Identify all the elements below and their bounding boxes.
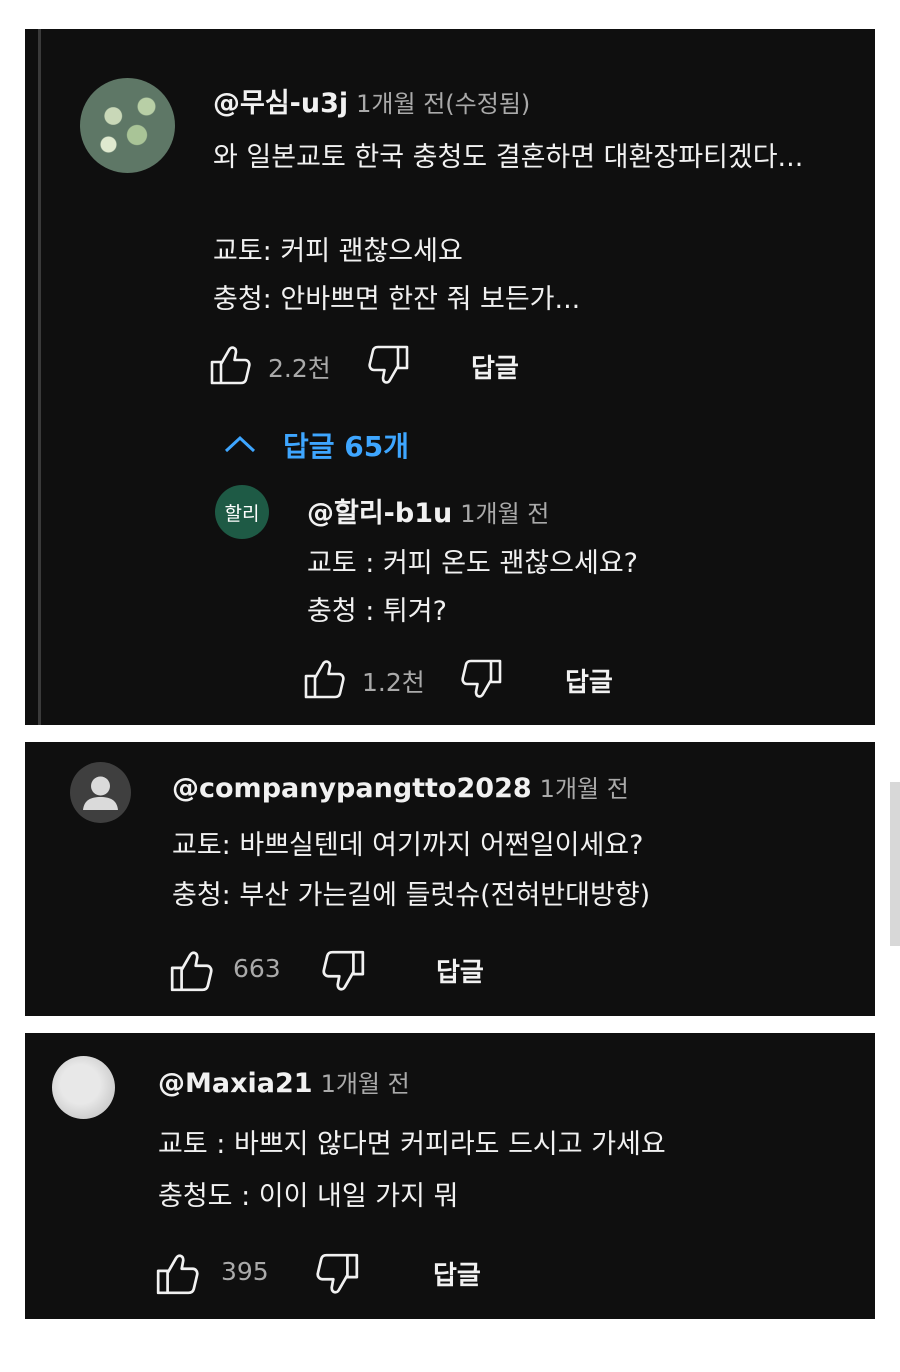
avatar[interactable] bbox=[80, 78, 175, 173]
reply-text-line: 충청 : 튀겨? bbox=[307, 596, 447, 627]
like-count: 663 bbox=[233, 954, 281, 983]
like-icon[interactable] bbox=[154, 1251, 200, 1297]
dislike-icon[interactable] bbox=[321, 948, 367, 994]
comment-time[interactable]: 1개월 전(수정됨) bbox=[356, 90, 530, 118]
reply-avatar[interactable]: 할리 bbox=[215, 485, 269, 539]
scrollbar[interactable] bbox=[890, 782, 900, 946]
like-icon[interactable] bbox=[208, 343, 252, 387]
reply-button[interactable]: 답글 bbox=[565, 662, 613, 699]
like-count: 1.2천 bbox=[362, 668, 425, 697]
author-name[interactable]: @Maxia21 bbox=[158, 1068, 313, 1099]
dislike-icon[interactable] bbox=[367, 343, 411, 387]
reply-text-line: 교토 : 커피 온도 괜찮으세요? bbox=[307, 548, 638, 579]
comment-text-line: 교토: 커피 괜찮으세요 bbox=[213, 236, 463, 267]
dislike-icon[interactable] bbox=[315, 1251, 361, 1297]
like-icon[interactable] bbox=[168, 948, 214, 994]
comment-text-line: 교토: 바쁘실텐데 여기까지 어쩐일이세요? bbox=[172, 830, 644, 861]
comment-text-line: 충청도 : 이이 내일 가지 뭐 bbox=[158, 1181, 459, 1212]
comment-thread-1: @무심-u3j 1개월 전(수정됨) 와 일본교토 한국 충청도 결혼하면 대환장… bbox=[25, 29, 875, 725]
thread-divider bbox=[38, 29, 41, 725]
comment-2: @companypangtto2028 1개월 전 교토: 바쁘실텐데 여기까지 … bbox=[25, 742, 875, 1016]
reply-avatar-text: 할리 bbox=[224, 502, 260, 525]
default-user-icon bbox=[83, 776, 118, 810]
comment-time[interactable]: 1개월 전 bbox=[540, 775, 629, 803]
comment-header: @companypangtto2028 1개월 전 bbox=[172, 769, 629, 804]
reply-header: @할리-b1u 1개월 전 bbox=[307, 491, 549, 530]
comment-text-line: 교토 : 바쁘지 않다면 커피라도 드시고 가세요 bbox=[158, 1129, 666, 1160]
reply-author-name[interactable]: @할리-b1u bbox=[307, 498, 452, 529]
reply-button[interactable]: 답글 bbox=[436, 952, 484, 989]
like-count: 395 bbox=[221, 1257, 269, 1286]
comment-header: @Maxia21 1개월 전 bbox=[158, 1064, 410, 1099]
chevron-up-icon[interactable] bbox=[223, 432, 257, 456]
reply-button[interactable]: 답글 bbox=[471, 348, 519, 385]
author-name[interactable]: @무심-u3j bbox=[213, 88, 348, 119]
like-count: 2.2천 bbox=[268, 354, 331, 383]
comment-3: @Maxia21 1개월 전 교토 : 바쁘지 않다면 커피라도 드시고 가세요 … bbox=[25, 1033, 875, 1319]
comment-time[interactable]: 1개월 전 bbox=[321, 1070, 410, 1098]
like-icon[interactable] bbox=[302, 657, 346, 701]
replies-toggle[interactable]: 답글 65개 bbox=[283, 425, 409, 465]
reply-button[interactable]: 답글 bbox=[433, 1255, 481, 1292]
author-name[interactable]: @companypangtto2028 bbox=[172, 773, 532, 804]
dislike-icon[interactable] bbox=[460, 657, 504, 701]
comment-text-line: 와 일본교토 한국 충청도 결혼하면 대환장파티겠다... bbox=[213, 142, 804, 173]
reply-time[interactable]: 1개월 전 bbox=[460, 500, 549, 528]
avatar[interactable] bbox=[70, 762, 131, 823]
comment-header: @무심-u3j 1개월 전(수정됨) bbox=[213, 81, 530, 120]
comment-text-line: 충청: 안바쁘면 한잔 줘 보든가... bbox=[213, 284, 581, 315]
avatar[interactable] bbox=[52, 1056, 115, 1119]
comment-text-line: 충청: 부산 가는길에 들럿슈(전혀반대방향) bbox=[172, 880, 651, 911]
